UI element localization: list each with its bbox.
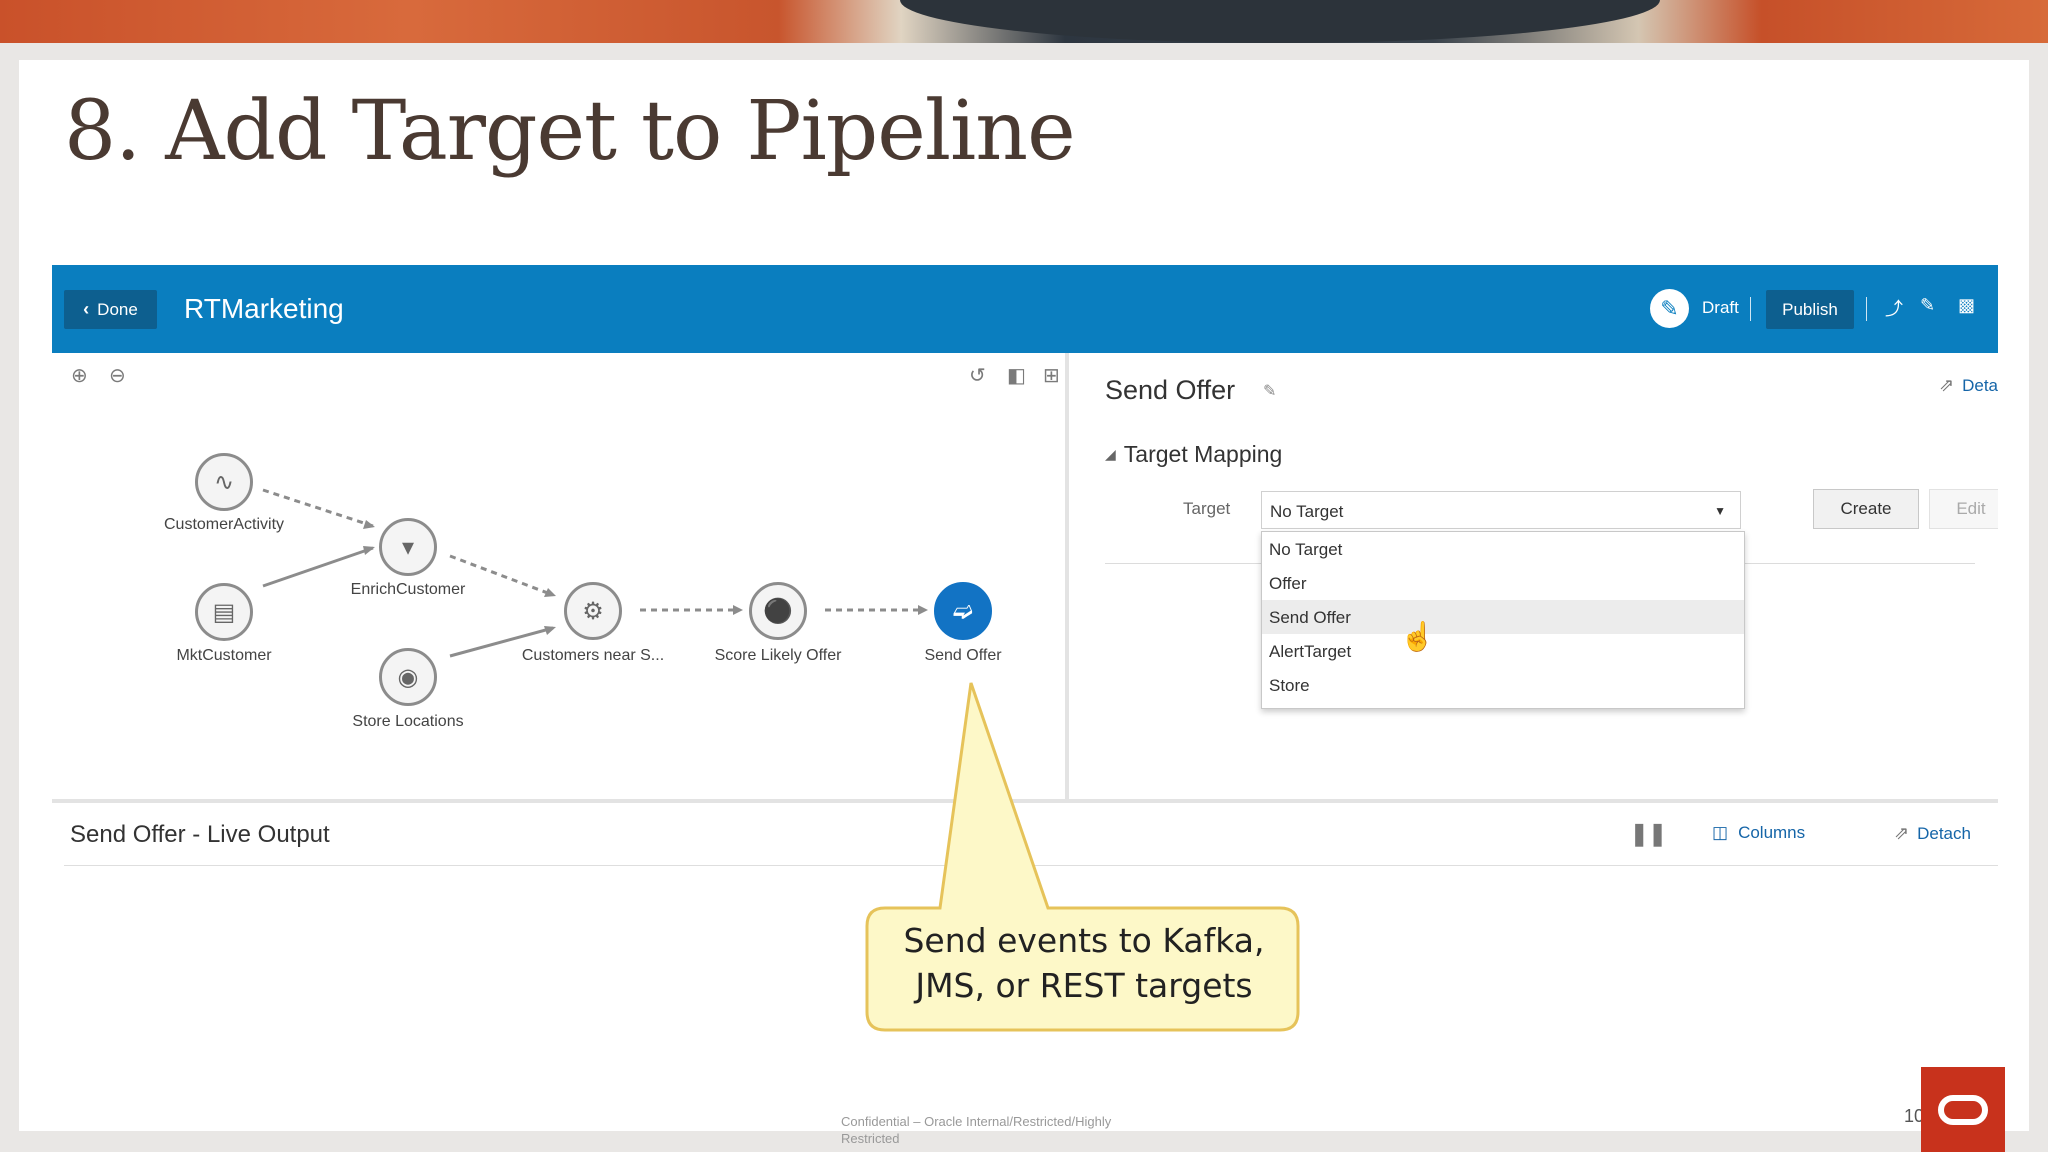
target-label: Target	[1183, 499, 1231, 518]
detach-icon: ⇗	[1894, 823, 1910, 843]
detach-button[interactable]: ⇗ Detach	[1939, 375, 1998, 396]
banner-wave	[900, 0, 1660, 43]
save-icon[interactable]: ▩	[1958, 295, 1975, 316]
target-select-value: No Target	[1270, 502, 1344, 521]
callout-line-1: Send events to Kafka,	[903, 921, 1265, 960]
target-dropdown-menu: No Target Offer Send Offer AlertTarget S…	[1261, 531, 1745, 709]
globe-icon[interactable]: ◉	[379, 648, 437, 706]
hand-cursor-icon: ☝	[1400, 621, 1435, 652]
done-button[interactable]: ‹ Done	[64, 290, 157, 329]
columns-button[interactable]: ◫ Columns	[1712, 823, 1805, 843]
create-button[interactable]: Create	[1813, 489, 1919, 529]
columns-icon: ◫	[1712, 823, 1729, 842]
confidential-footer: Confidential – Oracle Internal/Restricte…	[841, 1114, 1112, 1146]
properties-title: Send Offer	[1105, 375, 1236, 405]
header-divider	[1750, 297, 1751, 321]
node-label-enrich-customer: EnrichCustomer	[350, 581, 466, 598]
node-label-send-offer: Send Offer	[924, 647, 1002, 664]
oracle-logo-icon	[1938, 1095, 1988, 1125]
detach-label: Detach	[1917, 823, 1971, 843]
node-label-customers-near: Customers near S...	[521, 647, 665, 664]
node-label-store-locations: Store Locations	[352, 713, 464, 730]
gear-icon[interactable]: ⚙	[564, 582, 622, 640]
draft-status: Draft	[1702, 298, 1739, 317]
option-store[interactable]: Store	[1262, 668, 1744, 702]
node-label-score-likely-offer: Score Likely Offer	[714, 647, 842, 664]
node-label-mkt-customer: MktCustomer	[176, 647, 272, 664]
app-name: RTMarketing	[184, 293, 344, 324]
node-label-customer-activity: CustomerActivity	[163, 516, 285, 533]
done-label: Done	[97, 299, 138, 319]
chevron-left-icon: ‹	[83, 299, 90, 319]
target-select[interactable]: No Target ▼	[1261, 491, 1741, 529]
filter-icon[interactable]: ▾	[379, 518, 437, 576]
activity-icon[interactable]: ∿	[195, 453, 253, 511]
option-no-target[interactable]: No Target	[1262, 532, 1744, 566]
lightbulb-icon[interactable]: ⚫	[749, 582, 807, 640]
slide-title: 8. Add Target to Pipeline	[64, 84, 1076, 179]
publish-button[interactable]: Publish	[1766, 290, 1854, 329]
decorative-banner	[0, 0, 2048, 43]
section-title: Target Mapping	[1123, 441, 1283, 467]
detach-icon: ⇗	[1939, 375, 1955, 395]
section-target-mapping[interactable]: ◢ Target Mapping	[1105, 441, 1282, 468]
detach-label: Detach	[1962, 375, 1998, 395]
edit-button[interactable]: Edit	[1929, 489, 1998, 529]
document-icon[interactable]: ▤	[195, 583, 253, 641]
pause-icon[interactable]: ❚❚	[1630, 821, 1667, 847]
live-detach-button[interactable]: ⇗ Detach	[1894, 823, 1971, 844]
callout-text: Send events to Kafka, JMS, or REST targe…	[862, 918, 1306, 1008]
callout-line-2: JMS, or REST targets	[915, 966, 1253, 1005]
edit-icon[interactable]: ✎	[1920, 295, 1935, 316]
share-icon[interactable]: ⤴	[1885, 295, 1903, 321]
arrow-head	[733, 605, 743, 615]
header-divider	[1866, 297, 1867, 321]
arrow-head	[918, 605, 928, 615]
option-alert-target[interactable]: AlertTarget	[1262, 634, 1744, 668]
target-icon[interactable]: ➫	[934, 582, 992, 640]
arrow-head	[363, 546, 375, 555]
option-send-offer[interactable]: Send Offer	[1262, 600, 1744, 634]
edit-icon[interactable]: ✎	[1263, 381, 1276, 401]
arrow-head	[544, 626, 556, 635]
option-offer[interactable]: Offer	[1262, 566, 1744, 600]
oracle-logo	[1921, 1067, 2005, 1152]
app-header: ‹ Done RTMarketing ✎ Draft Publish ⤴ ✎ ▩	[52, 265, 1998, 353]
caret-down-icon: ▼	[1714, 504, 1726, 518]
columns-label: Columns	[1738, 823, 1806, 842]
collapse-triangle-icon: ◢	[1105, 446, 1116, 462]
live-output-title: Send Offer - Live Output	[70, 821, 330, 848]
pencil-icon[interactable]: ✎	[1650, 289, 1689, 328]
